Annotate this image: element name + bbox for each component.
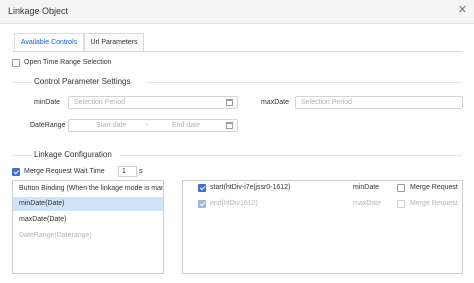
- section-divider: [146, 82, 462, 83]
- section-divider: [12, 155, 32, 156]
- open-time-range-label: Open Time Range Selection: [24, 59, 112, 66]
- date-range-input[interactable]: Start date ~ End date: [68, 119, 238, 132]
- min-date-input[interactable]: Selection Period: [68, 96, 238, 109]
- start-date-placeholder: Start date: [96, 122, 127, 129]
- dialog-title: Linkage Object: [8, 6, 69, 16]
- target-label: end(htDiv1612): [210, 200, 258, 207]
- range-separator: ~: [145, 122, 150, 129]
- control-list: Button Binding (When the linkage mode is…: [12, 180, 164, 274]
- list-item[interactable]: minDate(Date): [13, 197, 163, 211]
- dialog-titlebar: Linkage Object ✕: [0, 0, 474, 24]
- list-item[interactable]: maxDate(Date): [13, 213, 163, 227]
- max-date-placeholder: Selection Period: [301, 99, 352, 106]
- max-date-input[interactable]: Selection Period: [295, 96, 463, 109]
- target-checkbox[interactable]: [198, 184, 206, 192]
- linkage-heading: Linkage Configuration: [34, 150, 112, 159]
- merge-wait-checkbox[interactable]: [12, 168, 20, 176]
- end-date-placeholder: End date: [172, 122, 201, 129]
- target-checkbox: [198, 200, 206, 208]
- section-divider: [120, 155, 462, 156]
- section-divider: [12, 82, 32, 83]
- tab-available-controls[interactable]: Available Controls: [14, 33, 84, 52]
- close-icon[interactable]: ✕: [458, 4, 467, 16]
- calendar-icon: [226, 99, 233, 106]
- list-item: DateRange(Daterange): [19, 232, 92, 239]
- merge-request-checkbox[interactable]: [397, 184, 405, 192]
- list-item[interactable]: Button Binding (When the linkage mode is…: [13, 182, 163, 196]
- merge-wait-unit: s: [139, 168, 143, 175]
- max-date-label: maxDate: [261, 99, 290, 106]
- tab-divider: [12, 51, 462, 52]
- merge-wait-value: 1: [122, 168, 126, 175]
- calendar-icon: [226, 122, 233, 129]
- min-date-label: minDate: [34, 99, 61, 106]
- tab-url-parameters[interactable]: Url Parameters: [84, 33, 144, 51]
- open-time-range-checkbox[interactable]: [12, 59, 20, 67]
- merge-wait-input[interactable]: 1: [118, 166, 137, 177]
- merge-request-label: Merge Request: [410, 184, 458, 191]
- date-range-label: DateRange: [30, 122, 66, 129]
- target-param: maxDate: [353, 200, 382, 207]
- merge-request-label: Merge Request: [410, 200, 458, 207]
- merge-request-checkbox: [397, 200, 405, 208]
- merge-wait-label: Merge Request Wait Time: [24, 168, 105, 175]
- control-params-heading: Control Parameter Settings: [34, 77, 131, 86]
- linkage-target-list: start(htDiv-i7e|jssr0-1612) minDate Merg…: [182, 180, 463, 274]
- target-param: minDate: [353, 184, 380, 191]
- target-label: start(htDiv-i7e|jssr0-1612): [210, 184, 291, 191]
- min-date-placeholder: Selection Period: [74, 99, 125, 106]
